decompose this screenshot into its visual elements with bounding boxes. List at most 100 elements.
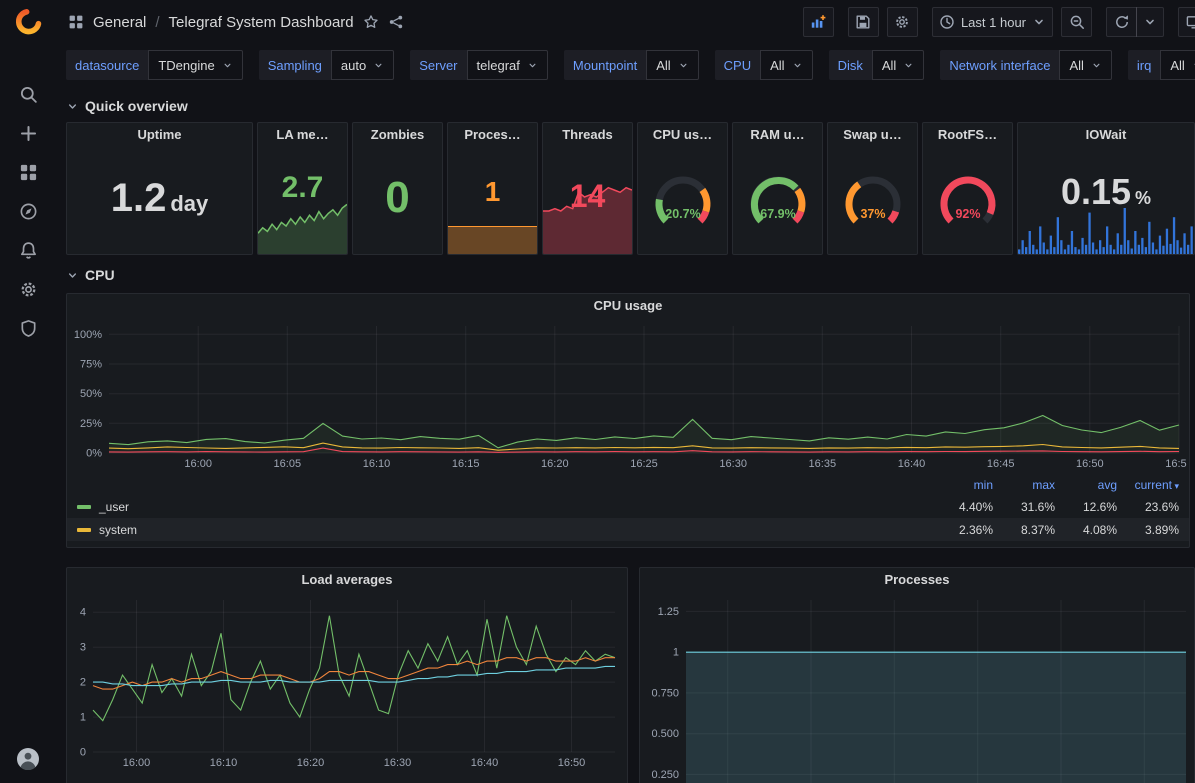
dashboard-settings-button[interactable] [887, 7, 918, 37]
chevron-down-icon [222, 60, 233, 71]
panel-title[interactable]: Load averages [67, 568, 627, 592]
panel-title[interactable]: IOWait [1018, 123, 1194, 147]
variable-value-dropdown[interactable]: All [760, 50, 812, 80]
legend-series-toggle[interactable]: _user [77, 500, 931, 514]
panel-cpu-usage-gauge: CPU us…20.7% [637, 122, 728, 255]
save-dashboard-button[interactable] [848, 7, 879, 37]
svg-text:16:05: 16:05 [274, 458, 302, 470]
svg-text:16:45: 16:45 [987, 458, 1015, 470]
variable-value-dropdown[interactable]: auto [331, 50, 394, 80]
panel-title[interactable]: Uptime [67, 123, 252, 147]
legend-sort-avg[interactable]: avg [1055, 478, 1117, 492]
stat-value: 1 [448, 178, 537, 206]
panel-cpu-usage: CPU usage 100%75%50%25%0%16:0016:0516:10… [66, 293, 1190, 548]
swap-usage-gauge-visualization: 37% [828, 147, 917, 254]
panel-title[interactable]: Swap u… [828, 123, 917, 147]
svg-text:37%: 37% [860, 207, 885, 221]
variable-network-interface: Network interfaceAll [940, 50, 1112, 80]
panel-iowait: IOWait0.15% [1017, 122, 1195, 255]
sparkline-bars [1018, 208, 1194, 254]
time-range-picker[interactable]: Last 1 hour [932, 7, 1053, 37]
legend-sort-max[interactable]: max [993, 478, 1055, 492]
search-minus-icon [1069, 14, 1085, 30]
variable-irq: irqAll [1128, 50, 1195, 80]
monitor-icon [1186, 14, 1195, 30]
panel-title[interactable]: Zombies [353, 123, 442, 147]
load-averages-chart[interactable]: 4321016:0016:1016:2016:3016:4016:50 [69, 592, 625, 774]
svg-text:25%: 25% [80, 418, 102, 430]
user-avatar[interactable] [17, 748, 39, 770]
legend-value: 1.10% [1055, 546, 1117, 549]
svg-text:4: 4 [80, 607, 86, 619]
svg-text:16:25: 16:25 [630, 458, 658, 470]
panel-title[interactable]: RootFS… [923, 123, 1012, 147]
gear-icon [894, 14, 910, 30]
panel-title[interactable]: CPU usage [67, 294, 1189, 318]
svg-text:16:30: 16:30 [384, 757, 412, 769]
row-cpu[interactable]: CPU [66, 265, 1195, 285]
legend-value: 2.36% [931, 523, 993, 537]
sidebar-item-explore[interactable] [0, 192, 56, 231]
search-icon [19, 85, 38, 104]
panel-swap-usage-gauge: Swap u… 37% [827, 122, 918, 255]
svg-text:16:30: 16:30 [719, 458, 747, 470]
svg-text:0: 0 [80, 747, 86, 759]
variable-disk: DiskAll [829, 50, 925, 80]
svg-text:1: 1 [80, 712, 86, 724]
threads-visualization: 14 [543, 147, 632, 254]
variable-value-dropdown[interactable]: All [1160, 50, 1195, 80]
zoom-out-button[interactable] [1061, 7, 1092, 37]
legend-sort-min[interactable]: min [931, 478, 993, 492]
series-color-swatch [77, 505, 91, 509]
sidebar-item-configuration[interactable] [0, 270, 56, 309]
row-quick-overview[interactable]: Quick overview [66, 96, 1195, 116]
chevron-down-icon [1143, 15, 1157, 29]
panel-title[interactable]: Proces… [448, 123, 537, 147]
variable-label: Disk [829, 50, 872, 80]
svg-text:3: 3 [80, 642, 86, 654]
panel-add-icon [810, 14, 826, 30]
cpu-usage-legend: minmaxavgcurrent ▾_user4.40%31.6%12.6%23… [67, 473, 1189, 548]
panel-title[interactable]: LA me… [258, 123, 347, 147]
sidebar-item-create[interactable] [0, 114, 56, 153]
share-icon[interactable] [388, 14, 404, 30]
breadcrumb-section[interactable]: General [93, 14, 146, 31]
variable-value-dropdown[interactable]: telegraf [467, 50, 548, 80]
sidebar [0, 0, 56, 783]
sidebar-item-alerting[interactable] [0, 231, 56, 270]
legend-series-toggle[interactable]: iowait [77, 546, 931, 549]
processes-chart[interactable]: 1.2510.7500.5000.250 [642, 592, 1192, 783]
legend-sort-current[interactable]: current ▾ [1117, 478, 1179, 492]
favorite-star-icon[interactable] [363, 14, 379, 30]
variable-value-dropdown[interactable]: All [646, 50, 698, 80]
panel-title[interactable]: Threads [543, 123, 632, 147]
refresh-interval-button[interactable] [1136, 7, 1164, 37]
stat-value: 14 [543, 180, 632, 212]
variable-value: TDengine [158, 58, 214, 73]
refresh-button[interactable] [1106, 7, 1137, 37]
variable-value-dropdown[interactable]: All [1059, 50, 1111, 80]
svg-text:16:20: 16:20 [541, 458, 569, 470]
sidebar-item-search[interactable] [0, 75, 56, 114]
stat-value: 2.7 [258, 173, 347, 203]
grafana-logo[interactable] [15, 8, 42, 35]
stat-value: 1.2day [67, 178, 252, 218]
cycle-view-button[interactable] [1178, 7, 1195, 37]
cpu-usage-chart[interactable]: 100%75%50%25%0%16:0016:0516:1016:1516:20… [69, 318, 1187, 473]
legend-value: 8.37% [993, 523, 1055, 537]
load-averages-plot: 4321016:0016:1016:2016:3016:4016:50 [69, 592, 625, 774]
variable-value-dropdown[interactable]: All [872, 50, 924, 80]
add-panel-button[interactable] [803, 7, 834, 37]
sidebar-item-server-admin[interactable] [0, 309, 56, 348]
panel-title[interactable]: RAM u… [733, 123, 822, 147]
panel-title[interactable]: Processes [640, 568, 1194, 592]
legend-value: 4.40% [931, 500, 993, 514]
iowait-visualization: 0.15% [1018, 147, 1194, 254]
variable-label: irq [1128, 50, 1160, 80]
legend-series-toggle[interactable]: system [77, 523, 931, 537]
variable-value-dropdown[interactable]: TDengine [148, 50, 242, 80]
legend-value: 4.11% [993, 546, 1055, 549]
stat-bar [448, 226, 537, 254]
panel-title[interactable]: CPU us… [638, 123, 727, 147]
sidebar-item-dashboards[interactable] [0, 153, 56, 192]
